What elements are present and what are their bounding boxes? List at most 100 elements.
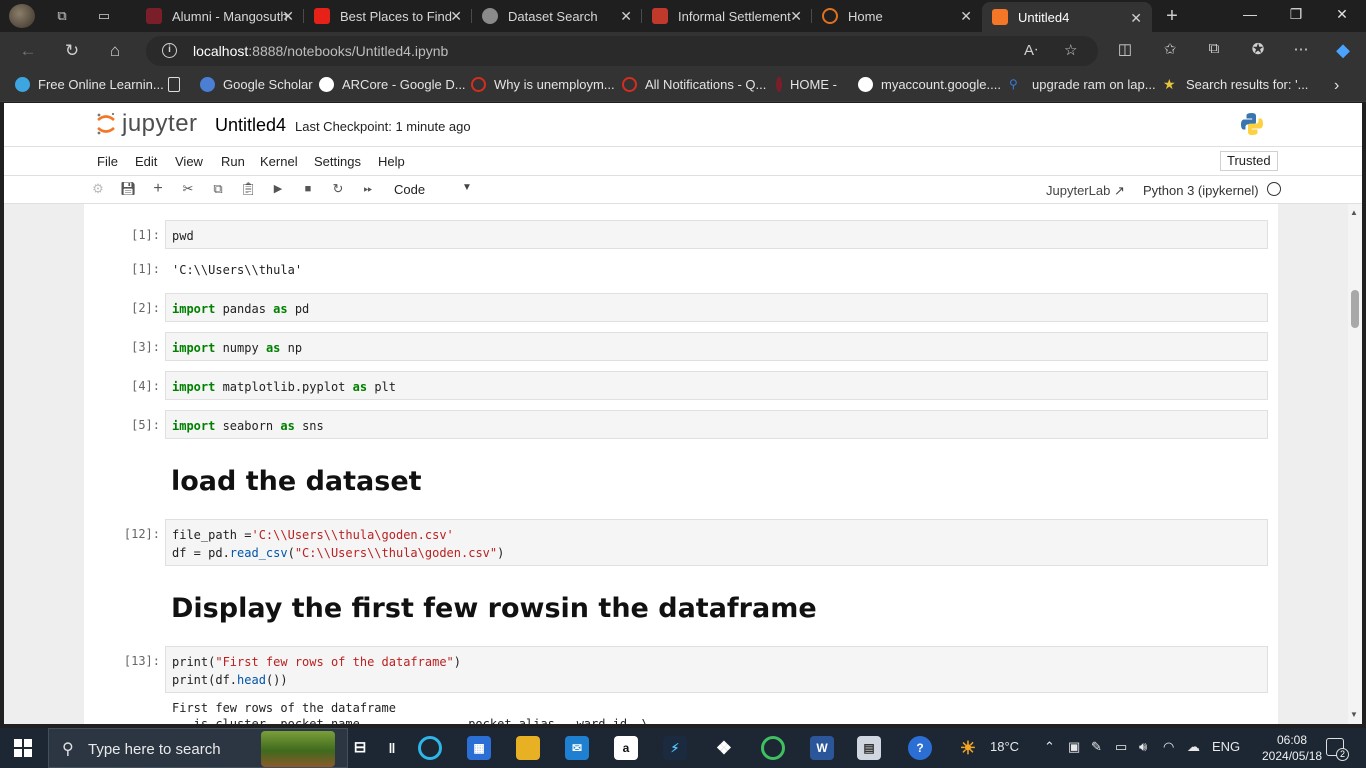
bookmark-item[interactable]: ⚲ upgrade ram on lap... <box>1009 77 1156 92</box>
minimize-icon[interactable]: — <box>1235 6 1265 22</box>
run-icon[interactable]: ▶ <box>270 181 286 197</box>
read-aloud-icon[interactable]: Aᐧ <box>1024 41 1038 59</box>
tab-best-places[interactable]: Best Places to Find D ✕ <box>304 0 472 32</box>
paste-icon[interactable]: 📋︎ <box>240 181 257 197</box>
notepad-icon[interactable]: ▤ <box>857 736 881 760</box>
store-icon[interactable]: ▦ <box>467 736 491 760</box>
scrollbar-thumb[interactable] <box>1351 290 1359 328</box>
close-tab-icon[interactable]: ✕ <box>450 8 462 25</box>
scroll-up-icon[interactable]: ▲ <box>1350 208 1358 217</box>
close-tab-icon[interactable]: ✕ <box>790 8 802 25</box>
scrollbar[interactable]: ▲ ▼ <box>1348 204 1362 724</box>
cell-type-select[interactable]: Code ▼ <box>394 182 474 197</box>
file-explorer-icon[interactable] <box>516 736 540 760</box>
scroll-down-icon[interactable]: ▼ <box>1350 710 1358 719</box>
weather-icon[interactable]: ☀︎ <box>956 736 980 760</box>
meet-now-icon[interactable]: ▭ <box>1115 739 1127 755</box>
restore-icon[interactable]: ❐ <box>1281 6 1311 23</box>
tab-home[interactable]: Home ✕ <box>812 0 982 32</box>
stop-icon[interactable]: ■ <box>300 181 316 197</box>
menu-run[interactable]: Run <box>221 154 245 169</box>
extensions-icon[interactable]: ✪ <box>1247 40 1269 58</box>
menu-settings[interactable]: Settings <box>314 154 361 169</box>
close-window-icon[interactable]: ✕ <box>1327 6 1357 23</box>
widgets-icon[interactable]: ‖ <box>380 736 404 760</box>
dropbox-icon[interactable]: ❖ <box>712 736 736 760</box>
bookmark-item[interactable]: ★ Search results for: '... <box>1163 77 1308 93</box>
markdown-heading[interactable]: load the dataset <box>171 466 422 497</box>
bookmark-item[interactable]: ARCore - Google D... <box>319 77 466 92</box>
refresh-icon[interactable]: ↻ <box>61 40 83 62</box>
menu-edit[interactable]: Edit <box>135 154 157 169</box>
tab-informal-settlement[interactable]: Informal Settlement ✕ <box>642 0 812 32</box>
loading-app-icon[interactable] <box>761 736 785 760</box>
tab-dataset-search[interactable]: Dataset Search ✕ <box>472 0 642 32</box>
task-view-icon[interactable]: ⊟ <box>348 736 372 760</box>
language-indicator[interactable]: ENG <box>1212 739 1240 754</box>
code-input[interactable]: import seaborn as sns <box>165 410 1268 439</box>
code-input[interactable]: import pandas as pd <box>165 293 1268 322</box>
bookmark-item[interactable]: All Notifications - Q... <box>622 77 766 92</box>
code-input[interactable]: import matplotlib.pyplot as plt <box>165 371 1268 400</box>
address-input[interactable]: i localhost:8888/notebooks/Untitled4.ipy… <box>146 36 1098 66</box>
onedrive-icon[interactable]: ☁ <box>1187 739 1200 755</box>
settings-gear-icon[interactable]: ⚙ <box>90 181 106 197</box>
jupyterlab-link[interactable]: JupyterLab ↗ <box>1046 183 1125 199</box>
more-menu-icon[interactable]: ⋯ <box>1290 40 1312 58</box>
network-icon[interactable]: ◠ <box>1163 739 1174 755</box>
copilot-icon[interactable]: ◆ <box>1332 40 1354 61</box>
jupyter-logo-icon[interactable] <box>95 111 117 137</box>
kernel-name[interactable]: Python 3 (ipykernel) <box>1143 183 1259 198</box>
copy-icon[interactable]: ⧉ <box>210 181 226 197</box>
prime-video-icon[interactable]: ⚡︎ <box>663 736 687 760</box>
favorites-icon[interactable]: ✩ <box>1159 40 1181 58</box>
insert-cell-icon[interactable]: + <box>150 181 166 197</box>
close-tab-icon[interactable]: ✕ <box>960 8 972 25</box>
back-icon[interactable]: ← <box>17 40 39 62</box>
new-tab-icon[interactable]: + <box>1162 6 1182 26</box>
bookmark-item[interactable]: Google Scholar <box>200 77 313 92</box>
code-input[interactable]: file_path ='C:\\Users\\thula\goden.csv' … <box>165 519 1268 566</box>
split-screen-icon[interactable]: ◫ <box>1114 40 1136 58</box>
menu-view[interactable]: View <box>175 154 203 169</box>
amazon-icon[interactable]: a <box>614 736 638 760</box>
code-input[interactable]: import numpy as np <box>165 332 1268 361</box>
tab-actions-icon[interactable]: ▭ <box>94 6 114 26</box>
edge-icon[interactable] <box>418 736 442 760</box>
help-icon[interactable]: ? <box>908 736 932 760</box>
notebook-title[interactable]: Untitled4 <box>215 115 286 136</box>
bookmark-item[interactable]: HOME - <box>776 77 837 92</box>
word-icon[interactable]: W <box>810 736 834 760</box>
tray-app-icon[interactable]: ▣ <box>1068 739 1080 755</box>
close-tab-icon[interactable]: ✕ <box>1130 10 1142 27</box>
windows-start-icon[interactable] <box>14 739 32 757</box>
code-input[interactable]: print("First few rows of the dataframe")… <box>165 646 1268 693</box>
bookmark-page-icon[interactable] <box>168 77 188 92</box>
tab-untitled4[interactable]: Untitled4 ✕ <box>982 2 1152 32</box>
bookmark-item[interactable]: Why is unemploym... <box>471 77 615 92</box>
home-icon[interactable]: ⌂ <box>104 40 126 62</box>
code-input[interactable]: pwd <box>165 220 1268 249</box>
clock[interactable]: 06:08 2024/05/18 <box>1262 732 1322 764</box>
workspaces-icon[interactable]: ⧉ <box>52 6 72 26</box>
mail-icon[interactable]: ✉ <box>565 736 589 760</box>
menu-help[interactable]: Help <box>378 154 405 169</box>
menu-kernel[interactable]: Kernel <box>260 154 298 169</box>
run-all-icon[interactable]: ⏩︎ <box>360 181 376 197</box>
restart-icon[interactable]: ↻ <box>330 181 346 197</box>
markdown-heading[interactable]: Display the first few rowsin the datafra… <box>171 593 817 624</box>
favorite-star-icon[interactable]: ☆ <box>1064 41 1077 59</box>
volume-icon[interactable]: 🔊︎ <box>1139 739 1147 755</box>
profile-avatar[interactable] <box>9 4 35 28</box>
close-tab-icon[interactable]: ✕ <box>620 8 632 25</box>
bookmark-item[interactable]: Free Online Learnin... <box>15 77 164 92</box>
menu-file[interactable]: File <box>97 154 118 169</box>
weather-temp[interactable]: 18°C <box>990 739 1019 754</box>
bookmark-item[interactable]: myaccount.google.... <box>858 77 1001 92</box>
close-tab-icon[interactable]: ✕ <box>282 8 294 25</box>
bookmarks-overflow-icon[interactable]: › <box>1334 77 1339 95</box>
taskbar-search[interactable]: ⚲ Type here to search <box>48 728 348 768</box>
tab-alumni[interactable]: Alumni - Mangosuthu ✕ <box>136 0 304 32</box>
cut-icon[interactable]: ✂ <box>180 181 196 197</box>
show-hidden-icons[interactable]: ⌃ <box>1044 739 1055 755</box>
